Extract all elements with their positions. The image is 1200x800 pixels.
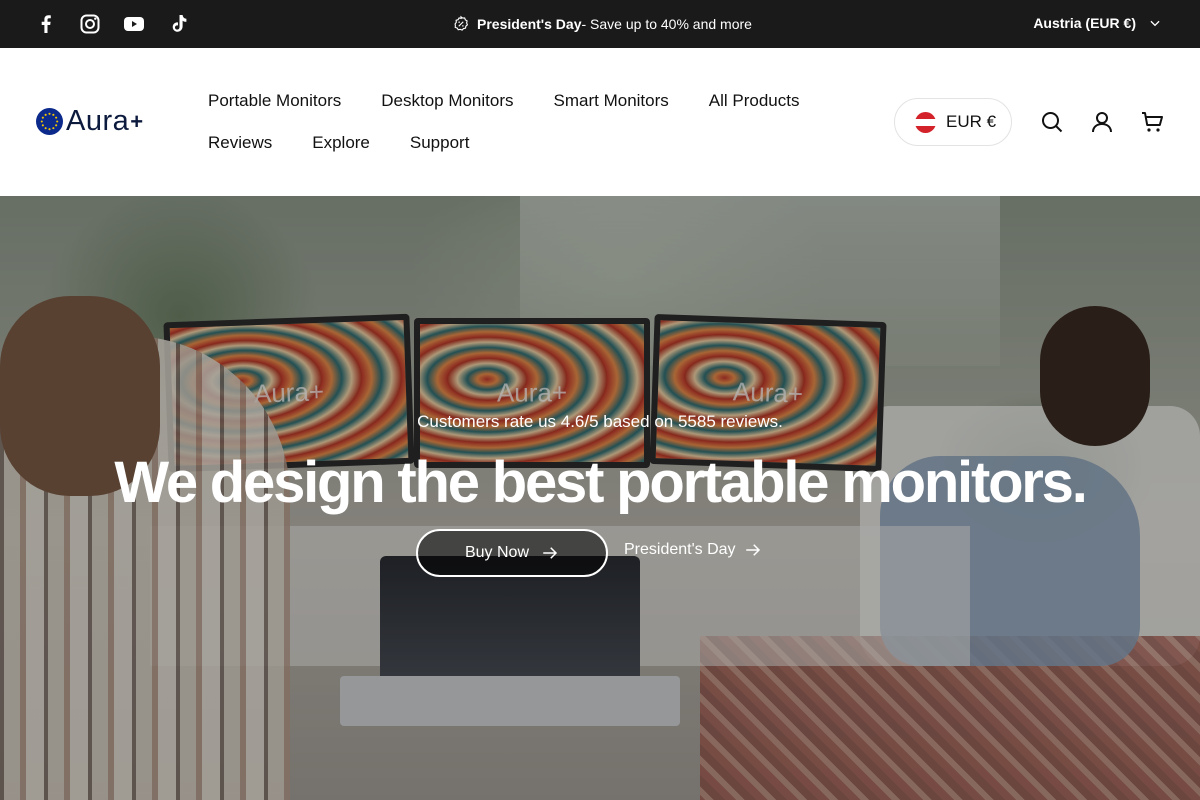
- main-navigation: Portable Monitors Desktop Monitors Smart…: [208, 90, 848, 174]
- tiktok-icon[interactable]: [166, 12, 190, 36]
- discount-badge-icon: [452, 15, 470, 33]
- account-icon[interactable]: [1090, 110, 1114, 134]
- buy-now-label: Buy Now: [464, 544, 530, 561]
- site-header: Aura + Portable Monitors Desktop Monitor…: [0, 48, 1200, 196]
- aura-logo[interactable]: Aura +: [36, 105, 144, 137]
- currency-selector[interactable]: EUR €: [894, 98, 1012, 146]
- region-selector[interactable]: Austria (EUR €): [1033, 15, 1162, 31]
- austria-flag-icon: [915, 111, 936, 133]
- social-links: [34, 12, 190, 36]
- arrow-right-icon: [541, 544, 559, 562]
- presidents-day-label: President's Day: [624, 541, 736, 558]
- region-label: Austria (EUR €): [1033, 15, 1136, 31]
- logo-wordmark: Aura: [66, 105, 130, 137]
- facebook-icon[interactable]: [34, 12, 58, 36]
- nav-item-reviews[interactable]: Reviews: [208, 132, 272, 154]
- promo-title: President's Day: [477, 16, 582, 32]
- hero-content: Customers rate us 4.6/5 based on 5585 re…: [0, 196, 1200, 800]
- logo-plus: +: [130, 109, 144, 134]
- presidents-day-link[interactable]: President's Day: [624, 541, 762, 559]
- chevron-down-icon: [1148, 16, 1162, 30]
- nav-item-all-products[interactable]: All Products: [709, 90, 800, 112]
- youtube-icon[interactable]: [122, 12, 146, 36]
- nav-item-portable-monitors[interactable]: Portable Monitors: [208, 90, 341, 112]
- search-icon[interactable]: [1040, 110, 1064, 134]
- nav-item-desktop-monitors[interactable]: Desktop Monitors: [381, 90, 513, 112]
- eu-stars-logo-icon: [36, 108, 63, 135]
- announcement-bar: President's Day - Save up to 40% and mor…: [0, 0, 1200, 48]
- currency-label: EUR €: [946, 112, 997, 131]
- arrow-right-icon: [744, 541, 762, 559]
- promo-text: - Save up to 40% and more: [581, 16, 752, 32]
- nav-row-secondary: Reviews Explore Support: [208, 132, 848, 154]
- cart-icon[interactable]: [1140, 110, 1164, 134]
- hero-headline: We design the best portable monitors.: [114, 450, 1088, 515]
- rating-text: Customers rate us 4.6/5 based on 5585 re…: [417, 412, 783, 431]
- nav-item-support[interactable]: Support: [410, 132, 470, 154]
- nav-row-primary: Portable Monitors Desktop Monitors Smart…: [208, 90, 848, 112]
- buy-now-button[interactable]: Buy Now: [416, 529, 608, 577]
- nav-item-explore[interactable]: Explore: [312, 132, 370, 154]
- instagram-icon[interactable]: [78, 12, 102, 36]
- nav-item-smart-monitors[interactable]: Smart Monitors: [554, 90, 669, 112]
- promo-announcement[interactable]: President's Day - Save up to 40% and mor…: [452, 15, 752, 33]
